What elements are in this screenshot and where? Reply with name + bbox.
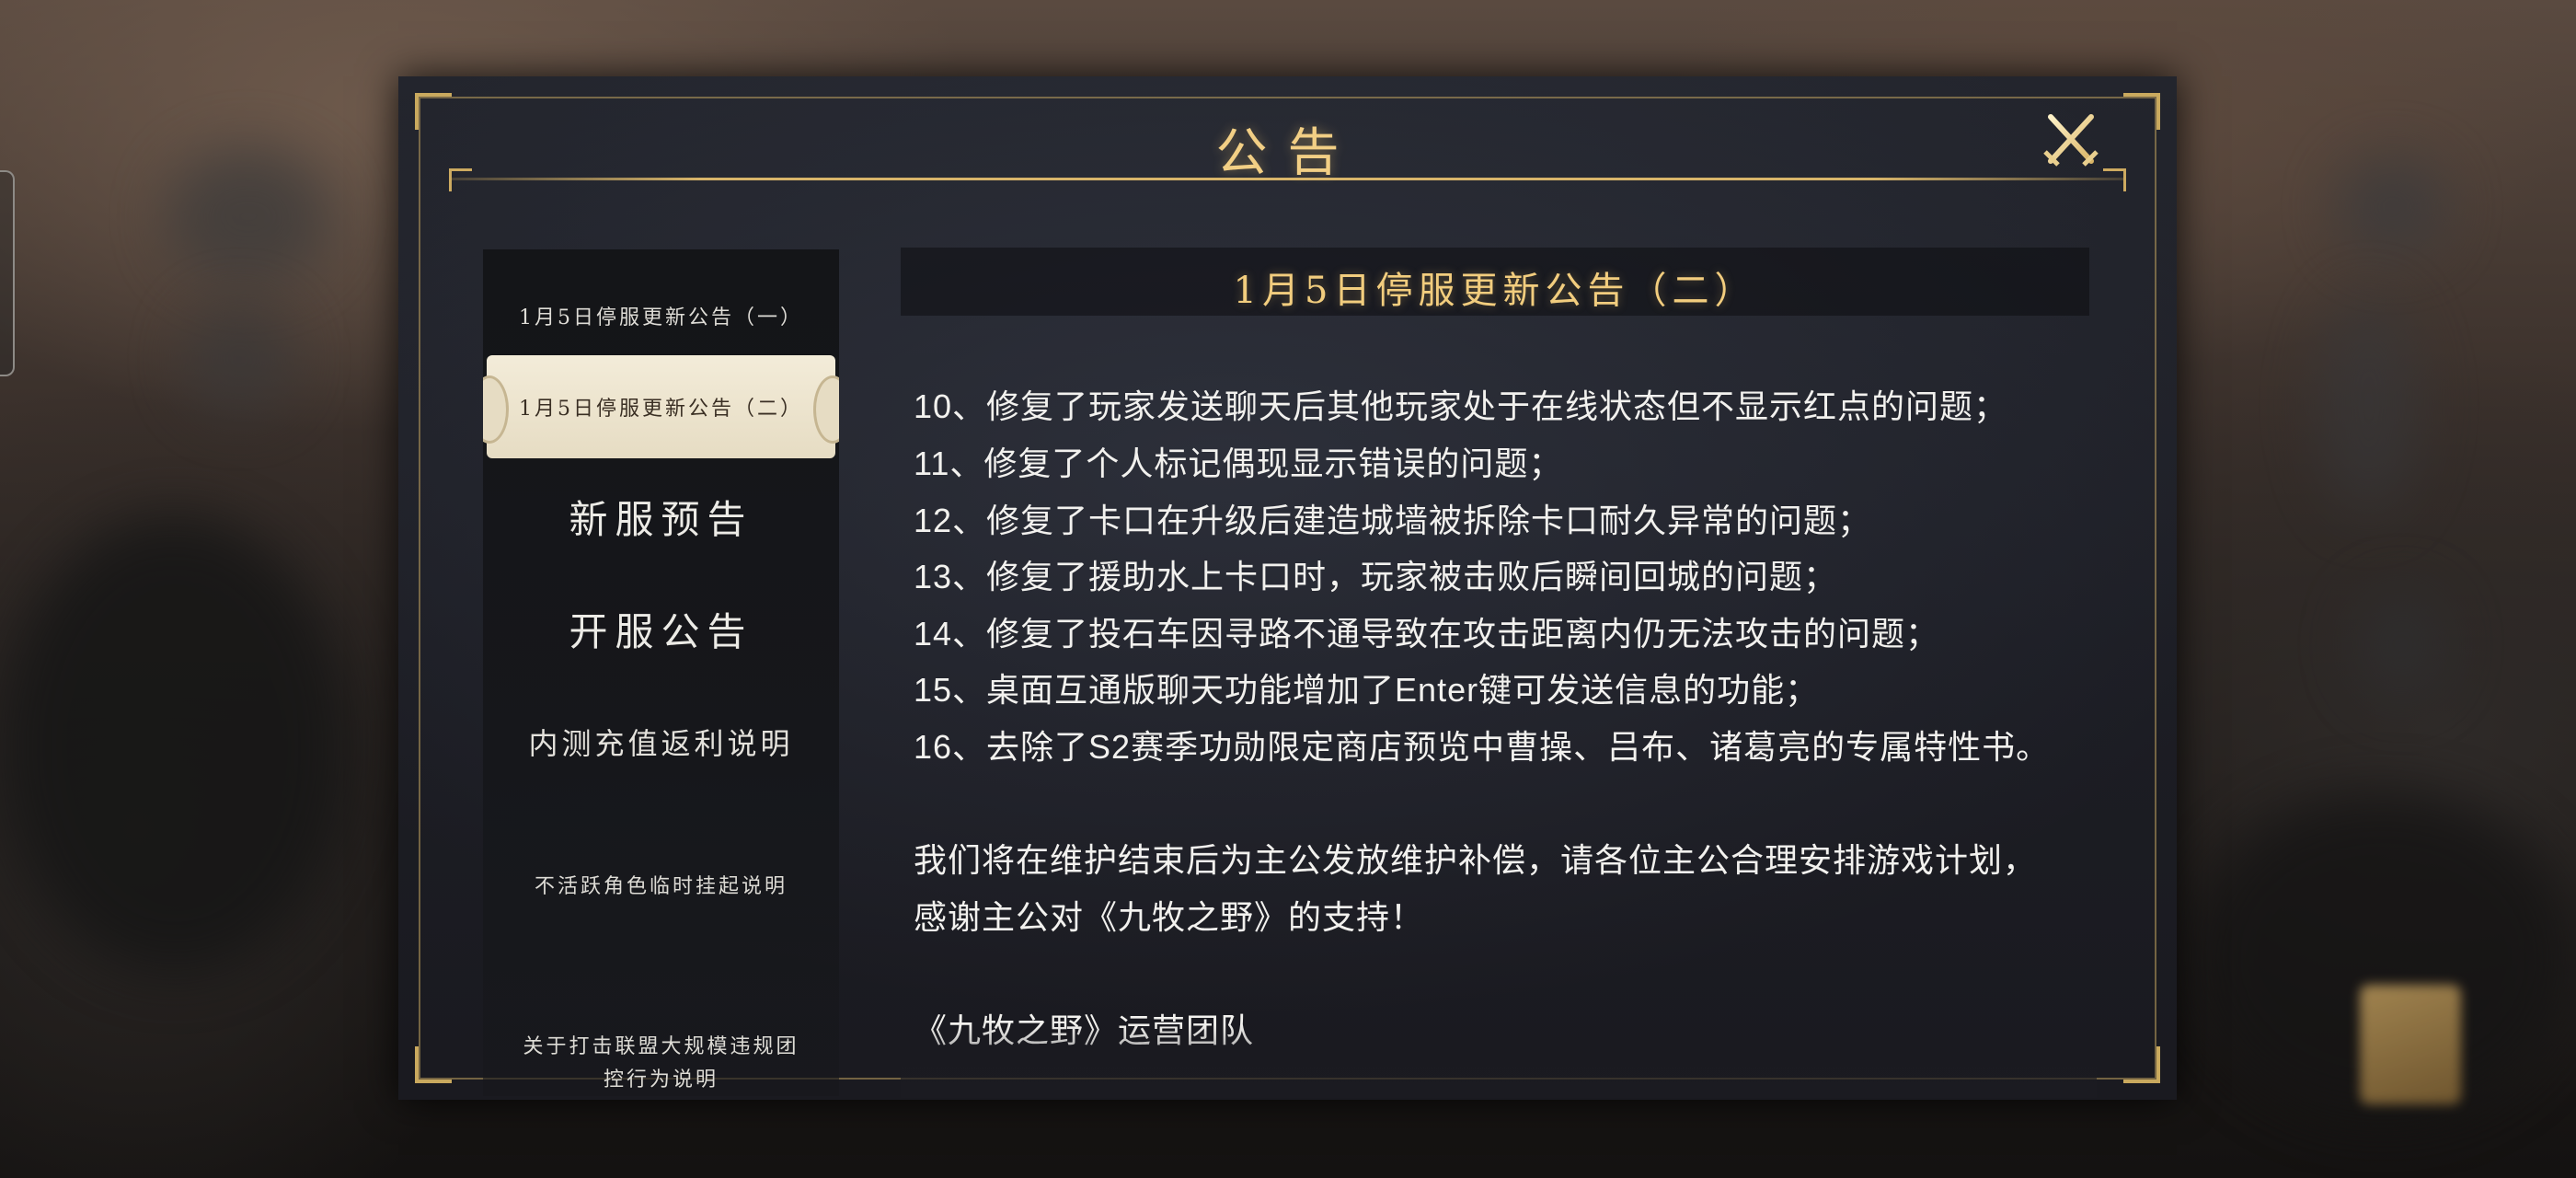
body-line: 14、修复了投石车因寻路不通导致在攻击距离内仍无法攻击的问题； bbox=[914, 615, 1940, 653]
sidebar-item-new-server-preview[interactable]: 新服预告 bbox=[483, 489, 839, 545]
announcement-list: 1月5日停服更新公告（一） 1月5日停服更新公告（二） 新服预告 开服公告 内测… bbox=[483, 249, 839, 1096]
sidebar-item-inactive-suspend[interactable]: 不活跃角色临时挂起说明 bbox=[483, 870, 839, 899]
corner-ornament bbox=[415, 1046, 452, 1083]
divider-ornament bbox=[2103, 168, 2126, 191]
body-line: 我们将在维护结束后为主公发放维护补偿，请各位主公合理安排游戏计划， bbox=[914, 841, 2038, 879]
event-reward-icon[interactable] bbox=[2360, 985, 2461, 1104]
body-line: 16、去除了S2赛季功勋限定商店预览中曹操、吕布、诸葛亮的专属特性书。 bbox=[914, 728, 2051, 766]
divider-ornament bbox=[449, 168, 472, 191]
sidebar-item-label: 1月5日停服更新公告（二） bbox=[519, 398, 803, 421]
sidebar-item-server-open[interactable]: 开服公告 bbox=[483, 601, 839, 657]
close-button[interactable] bbox=[2041, 110, 2100, 168]
sidebar-item-label: 控行为说明 bbox=[603, 1068, 719, 1091]
body-line: 12、修复了卡口在升级后建造城墙被拆除卡口耐久异常的问题； bbox=[914, 502, 1872, 539]
body-line: 11、修复了个人标记偶现显示错误的问题； bbox=[914, 445, 1563, 482]
dialog-title: 公告 bbox=[1215, 123, 1360, 183]
sidebar-item-update-2[interactable]: 1月5日停服更新公告（二） bbox=[483, 355, 839, 458]
content-title: 1月5日停服更新公告（二） bbox=[1233, 270, 1757, 312]
title-divider bbox=[449, 178, 2126, 180]
sidebar-item-update-1[interactable]: 1月5日停服更新公告（一） bbox=[483, 301, 839, 330]
body-line: 10、修复了玩家发送聊天后其他玩家处于在线状态但不显示红点的问题； bbox=[914, 387, 2008, 425]
sidebar-item-recharge-rebate[interactable]: 内测充值返利说明 bbox=[483, 721, 839, 763]
body-line: 13、修复了援助水上卡口时，玩家被击败后瞬间回城的问题； bbox=[914, 558, 1838, 595]
body-line: 《九牧之野》运营团队 bbox=[914, 1011, 1255, 1049]
announcement-dialog: 公告 1月5日停服更新公告（一） 1月5日停服更新公告（二） 新服预告 开服公告 bbox=[398, 76, 2177, 1100]
crossed-swords-close-icon bbox=[2043, 114, 2099, 167]
sidebar-item-label: 关于打击联盟大规模违规团 bbox=[523, 1035, 799, 1058]
side-drawer-tab[interactable] bbox=[0, 170, 15, 376]
corner-ornament bbox=[2123, 1046, 2160, 1083]
body-line: 感谢主公对《九牧之野》的支持！ bbox=[914, 898, 1425, 936]
announcement-body[interactable]: 10、修复了玩家发送聊天后其他玩家处于在线状态但不显示红点的问题； 11、修复了… bbox=[914, 380, 2091, 1089]
content-header: 1月5日停服更新公告（二） bbox=[901, 248, 2089, 316]
body-line: 15、桌面互通版聊天功能增加了Enter键可发送信息的功能； bbox=[914, 671, 1820, 709]
active-item-plate: 1月5日停服更新公告（二） bbox=[483, 355, 839, 458]
